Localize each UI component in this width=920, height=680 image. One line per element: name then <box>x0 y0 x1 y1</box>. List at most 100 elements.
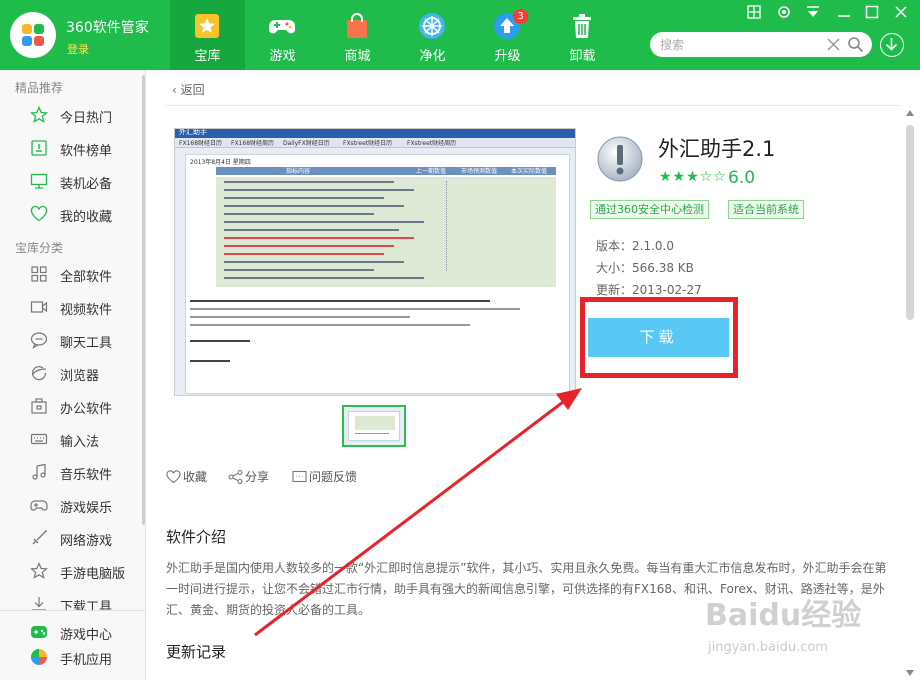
sidebar-scrollbar[interactable] <box>142 75 145 525</box>
close-icon[interactable] <box>893 4 909 20</box>
share-label: 分享 <box>245 470 270 484</box>
tab-store[interactable]: 商城 <box>320 0 395 70</box>
sidebar-item-entertainment[interactable]: 游戏娱乐 <box>0 489 144 521</box>
game-center-icon <box>31 626 47 638</box>
sidebar: 精品推荐 今日热门 软件榜单 装机必备 我的收藏 宝库分类 全部软件 视频软件 … <box>0 70 146 680</box>
screenshot-column-label: 市场预测数值 <box>461 168 498 175</box>
screenshot-column-header: 指标内容 上一期数值 市场预测数值 本次实际数值 <box>216 167 556 175</box>
maximize-icon[interactable] <box>864 4 880 20</box>
skin-icon[interactable] <box>746 4 762 20</box>
tab-label: 商城 <box>344 49 371 64</box>
office-icon <box>31 398 47 414</box>
sidebar-item-label: 办公软件 <box>60 402 113 417</box>
sidebar-item-today-hot[interactable]: 今日热门 <box>0 99 144 131</box>
search-box <box>650 32 872 57</box>
app-screenshot[interactable]: 外汇助手 FX168财经日历 FX168财经周历 DailyFX财经日历 FXs… <box>174 128 576 396</box>
logo-icon <box>22 24 44 46</box>
shopping-bag-icon <box>347 13 367 38</box>
app-title: 外汇助手2.1 <box>658 137 776 161</box>
screenshot-tab: FX168财经周历 <box>231 140 275 147</box>
login-link[interactable]: 登录 <box>67 41 89 57</box>
star-outline-icon <box>30 562 48 579</box>
sidebar-item-mobile-games-pc[interactable]: 手游电脑版 <box>0 555 144 587</box>
sidebar-item-music[interactable]: 音乐软件 <box>0 456 144 488</box>
monitor-icon <box>30 173 48 189</box>
updated-info: 更新：2013-02-27 <box>596 283 702 297</box>
chat-icon <box>30 332 48 349</box>
changelog-heading: 更新记录 <box>166 643 227 661</box>
sidebar-item-label: 音乐软件 <box>60 468 113 483</box>
sidebar-item-rankings[interactable]: 软件榜单 <box>0 132 144 164</box>
feedback-label: 问题反馈 <box>309 470 358 484</box>
watermark-url: jingyan.baidu.com <box>708 640 828 655</box>
sidebar-item-label: 全部软件 <box>60 270 113 285</box>
download-manager-button[interactable] <box>880 33 904 57</box>
featured-section-title: 精品推荐 <box>15 81 64 95</box>
scroll-down-icon[interactable] <box>904 668 916 678</box>
sidebar-item-label: 今日热门 <box>60 111 113 126</box>
screenshot-title-bar: 外汇助手 <box>175 128 575 138</box>
share-button[interactable]: 分享 <box>228 468 269 485</box>
app-window: 360软件管家 登录 宝库 游戏 商城 净化 3 升级 卸载 搜索 精品推荐 今… <box>0 0 920 680</box>
heart-outline-icon <box>166 470 181 484</box>
sidebar-item-all-software[interactable]: 全部软件 <box>0 258 144 290</box>
tab-upgrade[interactable]: 3 升级 <box>470 0 545 70</box>
mobile-apps-icon <box>31 649 47 665</box>
screenshot-thumbnail[interactable] <box>342 405 406 447</box>
minimize-icon[interactable] <box>836 4 852 20</box>
search-icon[interactable] <box>847 36 864 53</box>
sidebar-item-online-games[interactable]: 网络游戏 <box>0 522 144 554</box>
version-info: 版本：2.1.0.0 <box>596 239 674 253</box>
sidebar-item-label: 网络游戏 <box>60 534 113 549</box>
music-icon <box>32 463 46 480</box>
gamepad-outline-icon <box>30 500 48 511</box>
keyboard-icon <box>30 433 48 445</box>
sword-icon <box>32 530 47 545</box>
sidebar-item-label: 手游电脑版 <box>60 567 126 582</box>
sidebar-item-label: 我的收藏 <box>60 210 113 225</box>
size-info: 大小：566.38 KB <box>596 261 694 275</box>
sidebar-item-label: 输入法 <box>60 435 100 450</box>
sidebar-item-video[interactable]: 视频软件 <box>0 291 144 323</box>
screenshot-tab: DailyFX财经日历 <box>283 140 330 147</box>
screenshot-table <box>216 177 556 287</box>
screenshot-title: 外汇助手 <box>179 128 207 136</box>
sidebar-item-input-method[interactable]: 输入法 <box>0 423 144 455</box>
tab-label: 宝库 <box>194 49 221 64</box>
back-label: 返回 <box>180 83 205 97</box>
clear-icon[interactable] <box>826 37 841 52</box>
sidebar-item-label: 手机应用 <box>60 653 113 668</box>
watermark: Baidu经验 <box>705 598 862 633</box>
software-detail-panel: ‹ 返回 外汇助手 FX168财经日历 FX168财经周历 DailyFX财经日… <box>146 70 920 680</box>
app-icon-exclamation <box>597 136 643 182</box>
screenshot-tab-strip: FX168财经日历 FX168财经周历 DailyFX财经日历 FXstreet… <box>175 138 575 148</box>
sidebar-item-mobile-apps[interactable]: 手机应用 <box>0 641 144 673</box>
security-check-badge: 通过360安全中心检测 <box>590 200 709 219</box>
scroll-up-icon[interactable] <box>904 108 916 118</box>
sidebar-item-label: 游戏娱乐 <box>60 501 113 516</box>
tab-clean[interactable]: 净化 <box>395 0 470 70</box>
rank-icon <box>31 140 47 156</box>
sidebar-item-browser[interactable]: 浏览器 <box>0 357 144 389</box>
download-button[interactable]: 下载 <box>588 318 729 357</box>
search-input[interactable] <box>660 36 820 53</box>
compatibility-badge: 适合当前系统 <box>728 200 804 219</box>
tab-games[interactable]: 游戏 <box>245 0 320 70</box>
sidebar-item-office[interactable]: 办公软件 <box>0 390 144 422</box>
sidebar-item-label: 聊天工具 <box>60 336 113 351</box>
sidebar-item-essentials[interactable]: 装机必备 <box>0 165 144 197</box>
sidebar-item-chat[interactable]: 聊天工具 <box>0 324 144 356</box>
sidebar-item-favorites[interactable]: 我的收藏 <box>0 198 144 230</box>
main-scrollbar-thumb[interactable] <box>906 125 914 320</box>
favorite-button[interactable]: 收藏 <box>166 468 207 485</box>
upgrade-count-badge: 3 <box>513 9 528 24</box>
back-link[interactable]: ‹ 返回 <box>172 81 205 98</box>
settings-icon[interactable] <box>776 4 792 20</box>
feedback-button[interactable]: 问题反馈 <box>292 468 357 485</box>
tab-label: 卸载 <box>569 49 596 64</box>
screenshot-date: 2013年8月4日 星期四 <box>190 159 251 166</box>
feedback-icon <box>292 470 307 483</box>
tab-uninstall[interactable]: 卸载 <box>545 0 620 70</box>
tab-treasury[interactable]: 宝库 <box>170 0 245 70</box>
menu-dropdown-icon[interactable] <box>805 4 821 20</box>
